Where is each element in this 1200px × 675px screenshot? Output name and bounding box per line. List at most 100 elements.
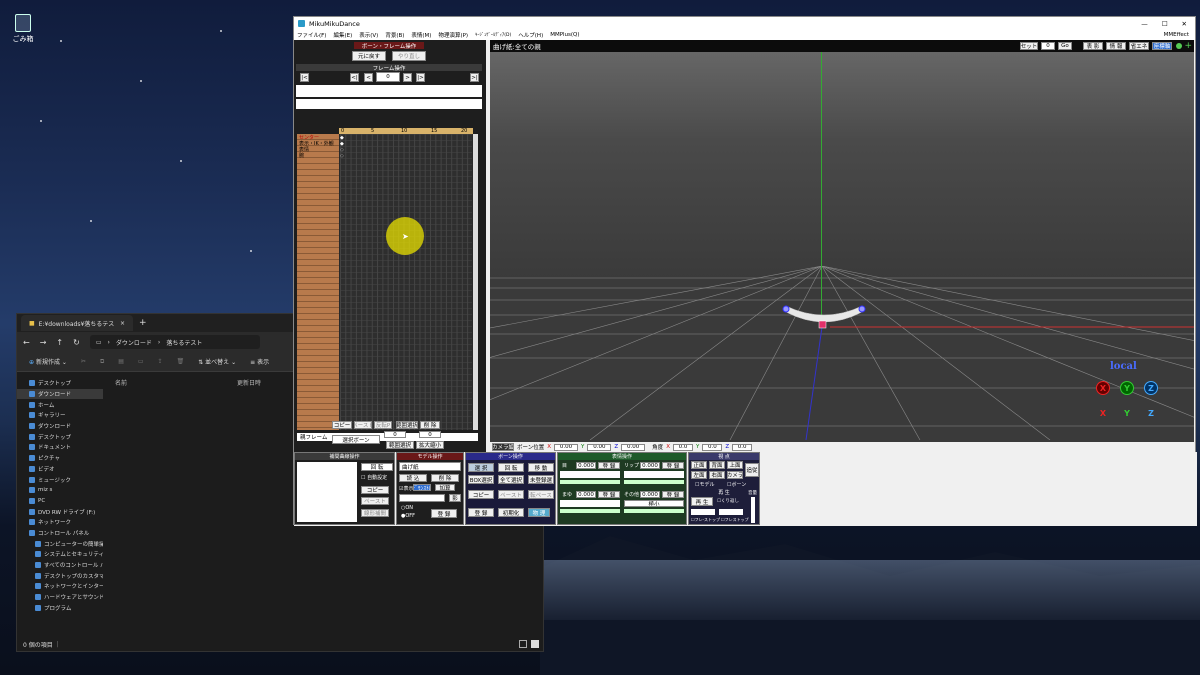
model-load-button[interactable]: 読 込 <box>399 474 427 482</box>
nav-item[interactable]: デスクトップ <box>17 378 103 389</box>
range-start-input[interactable]: 0 <box>384 431 406 438</box>
nav-item[interactable]: PC <box>17 496 103 507</box>
up-icon[interactable]: ↑ <box>56 338 63 347</box>
bone-checkbox[interactable]: ☐ボーン <box>727 481 746 488</box>
menu-background[interactable]: 背景(B) <box>385 31 404 39</box>
nav-item[interactable]: ミュージック <box>17 474 103 485</box>
first-frame-button[interactable]: |< <box>300 73 309 82</box>
move-x-icon[interactable]: X <box>1096 406 1110 420</box>
bone-paste-button[interactable]: ペースト <box>498 490 524 499</box>
physics-button[interactable]: 物 理 <box>528 508 550 517</box>
prev-frame-button[interactable]: < <box>364 73 373 82</box>
menu-morph[interactable]: 表情(M) <box>411 31 431 39</box>
frame-number-input[interactable]: 0 <box>376 72 400 82</box>
pos-x-input[interactable]: 0.00 <box>554 443 579 451</box>
keyframe-grid[interactable]: ◆ ◆ ◇ ◇ <box>340 134 472 430</box>
other-select[interactable]: 極小 <box>624 500 684 507</box>
back-icon[interactable]: ← <box>23 338 30 347</box>
menu-keygen[interactable]: ｷｰｼﾞｭｹﾞｰﾙﾃﾞｨｱ(D) <box>475 32 511 38</box>
menu-physics[interactable]: 物理演算(P) <box>438 31 468 39</box>
menu-mmplus[interactable]: MMPlus(Q) <box>550 32 579 38</box>
move-y-icon[interactable]: Y <box>1120 406 1134 420</box>
bone-select-button[interactable]: 選 択 <box>468 463 494 472</box>
follow-button[interactable]: 追従 <box>745 463 759 477</box>
bone-move-button[interactable]: 移 動 <box>528 463 554 472</box>
delete-frame-button[interactable]: 削 除 <box>420 421 440 429</box>
tiles-view-icon[interactable] <box>531 640 539 648</box>
parent-frame-label[interactable]: 親フレーム <box>300 433 327 441</box>
off-radio[interactable]: ●OFF <box>401 513 415 519</box>
eye-value-input[interactable]: 0.000 <box>576 462 596 469</box>
explorer-tab[interactable]: ■ E:¥downloads¥落ちるテスト × <box>21 315 133 331</box>
new-button[interactable]: ⊕ 新規作成 ⌄ <box>29 357 67 366</box>
lip-select[interactable] <box>624 471 684 478</box>
linear-interp-button[interactable]: 線形補間 <box>361 509 389 517</box>
column-modified[interactable]: 更新日時 <box>237 378 261 387</box>
other-register-button[interactable]: 登 録 <box>662 491 684 498</box>
info-button[interactable]: 情 報 <box>1106 42 1126 50</box>
view-left-button[interactable]: 左面 <box>691 471 707 479</box>
nav-item[interactable]: ダウンロード <box>17 388 103 400</box>
view-button[interactable]: ≡ 表示 <box>250 357 269 366</box>
bone-init-button[interactable]: 初期化 <box>498 508 524 517</box>
model-show-checkbox[interactable]: ☑表示 <box>399 485 414 492</box>
interp-curve-canvas[interactable] <box>297 462 357 522</box>
view-back-button[interactable]: 背面 <box>709 461 725 469</box>
view-right-button[interactable]: 右面 <box>709 471 725 479</box>
interp-paste-button[interactable]: ペースト <box>361 497 389 505</box>
add-button[interactable]: 加算 <box>435 484 455 491</box>
nav-item[interactable]: miz s <box>17 485 103 496</box>
share-icon[interactable]: ⇪ <box>158 358 163 365</box>
model-register-button[interactable]: 登 録 <box>431 509 457 518</box>
angle-z-input[interactable]: 0.0 <box>732 443 753 451</box>
bone-rotate-button[interactable]: 回 転 <box>498 463 524 472</box>
lip-register-button[interactable]: 登 録 <box>662 462 684 469</box>
bent-paper-model[interactable] <box>782 302 866 334</box>
start-frame-input[interactable] <box>691 509 715 515</box>
other-value-input[interactable]: 0.000 <box>640 491 660 498</box>
cut-icon[interactable]: ✂ <box>81 358 86 365</box>
select-all-button[interactable]: 全て選択 <box>498 475 524 484</box>
zoom-button[interactable]: 拡大縮小 <box>416 441 444 449</box>
view-front-button[interactable]: 正面 <box>691 461 707 469</box>
address-box[interactable]: ▭ › ダウンロード › 落ちるテスト <box>89 335 260 349</box>
model-sub-dropdown[interactable] <box>399 494 445 502</box>
brow-slider[interactable] <box>560 509 620 513</box>
nav-item[interactable]: コントロール パネル <box>17 528 103 539</box>
auto-set-checkbox[interactable]: ☐ 自動設定 <box>361 474 387 481</box>
maximize-button[interactable]: ☐ <box>1162 20 1168 28</box>
angle-y-input[interactable]: 0.0 <box>702 443 723 451</box>
3d-viewport[interactable]: 曲げ紙:全ての親 セット 0 Go 表 影 情 報 省エネ 座標軸 + loca… <box>490 40 1194 442</box>
nav-item[interactable]: コンピューターの簡単操作 <box>17 538 103 549</box>
nav-item[interactable]: ネットワークとインターネ <box>17 581 103 592</box>
model-checkbox[interactable]: ☐モデル <box>695 481 715 488</box>
track-arm[interactable]: 腕 <box>299 153 334 159</box>
menu-view[interactable]: 表示(V) <box>359 31 378 39</box>
nav-item[interactable]: DVD RW ドライブ (F:) <box>17 506 103 517</box>
frame-stop-checkbox[interactable]: ☐フレストップ <box>721 517 749 523</box>
box-select-button[interactable]: BOX選択 <box>468 475 494 484</box>
view-camera-button[interactable]: カメラ <box>727 471 743 479</box>
nav-item[interactable]: ビデオ <box>17 464 103 475</box>
eye-slider[interactable] <box>560 480 620 484</box>
alpha-button[interactable]: ﾃﾞﾓﾝｽﾄﾚ <box>413 484 431 491</box>
angle-x-input[interactable]: 0.0 <box>672 443 693 451</box>
last-frame-button[interactable]: >| <box>470 73 479 82</box>
frame-slider[interactable] <box>296 85 482 97</box>
frame-slider-2[interactable] <box>296 99 482 109</box>
brow-value-input[interactable]: 0.000 <box>576 491 596 498</box>
rename-icon[interactable]: ▭ <box>138 358 144 365</box>
delete-icon[interactable]: 🗑 <box>177 358 185 365</box>
nav-item[interactable]: ネットワーク <box>17 517 103 528</box>
rotate-z-icon[interactable]: Z <box>1144 381 1158 395</box>
go-button[interactable]: Go <box>1058 42 1072 50</box>
brow-register-button[interactable]: 登 録 <box>598 491 620 498</box>
new-tab-button[interactable]: + <box>139 318 147 328</box>
nav-item[interactable]: ドキュメント <box>17 442 103 453</box>
interp-rotate-dropdown[interactable]: 回 転 <box>361 463 393 471</box>
nav-item[interactable]: ハードウェアとサウンド <box>17 592 103 603</box>
view-top-button[interactable]: 上面 <box>727 461 743 469</box>
pos-y-input[interactable]: 0.00 <box>587 443 612 451</box>
breadcrumb-folder[interactable]: 落ちるテスト <box>166 338 202 347</box>
minimize-button[interactable]: — <box>1141 20 1148 28</box>
